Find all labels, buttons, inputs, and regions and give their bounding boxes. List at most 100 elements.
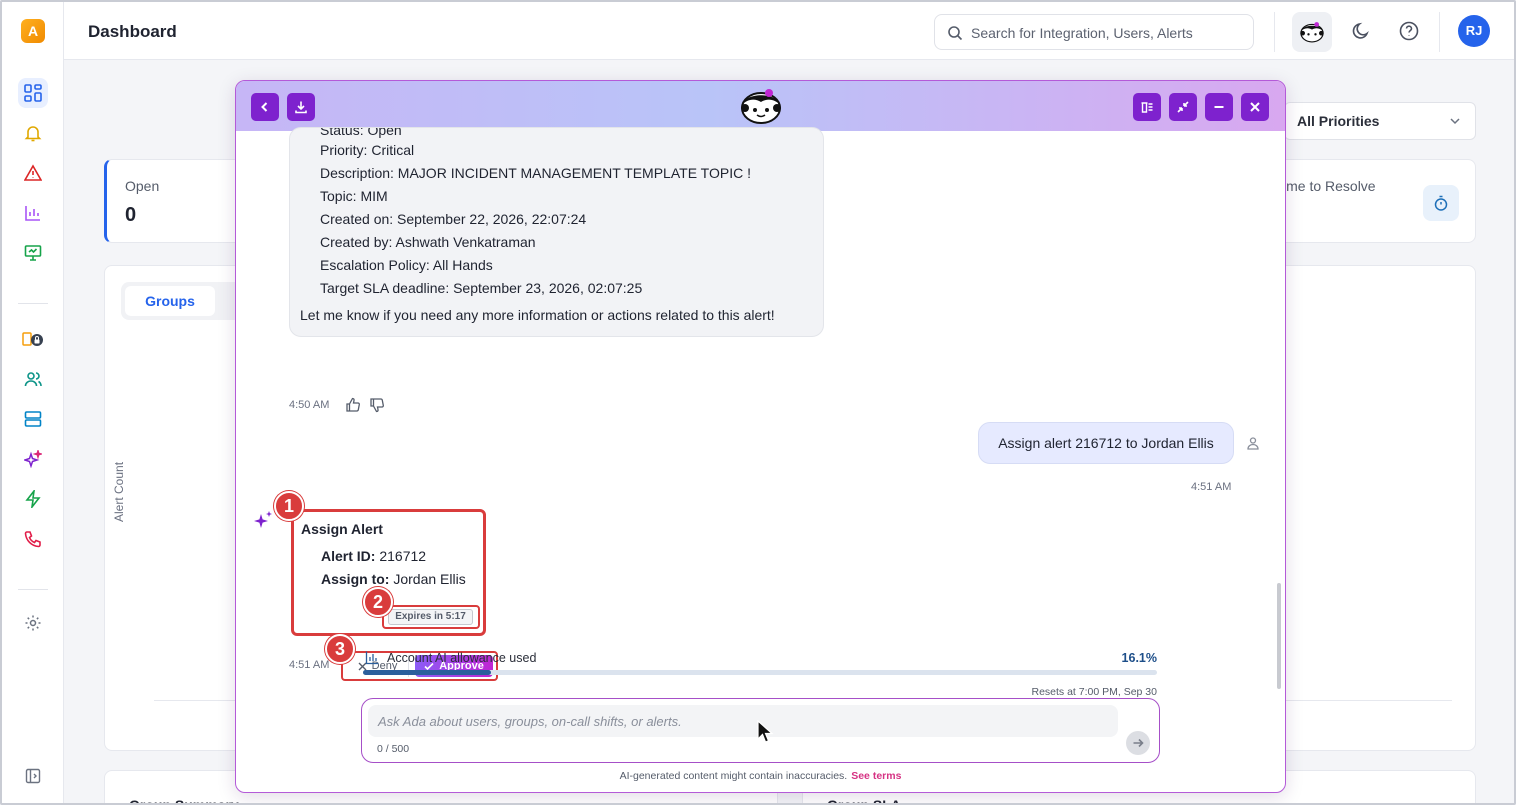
alert-triangle-icon[interactable]	[18, 158, 48, 188]
message-time: 4:51 AM	[1191, 481, 1232, 493]
y-axis-label: Alert Count	[112, 461, 126, 522]
annotation-badge-1: 1	[274, 491, 304, 521]
rail-divider	[18, 303, 48, 304]
allowance-percent: 16.1%	[1121, 651, 1157, 665]
alert-id-label: Alert ID:	[321, 548, 376, 564]
search-input[interactable]: Search for Integration, Users, Alerts	[971, 25, 1193, 41]
app-logo[interactable]: A	[21, 19, 45, 43]
chevron-down-icon	[1450, 118, 1460, 125]
assign-alert-card: Assign Alert Alert ID: 216712 Assign to:…	[291, 509, 486, 636]
open-count: 0	[125, 204, 137, 226]
see-terms-link[interactable]: See terms	[851, 770, 901, 782]
thumbs-up-icon[interactable]	[345, 397, 361, 413]
user-message-bubble: Assign alert 216712 to Jordan Ellis	[978, 422, 1234, 464]
assign-to-value: Jordan Ellis	[393, 571, 466, 587]
minimize-button[interactable]	[1205, 93, 1233, 121]
arrow-right-icon	[1133, 738, 1144, 748]
rail-divider	[18, 589, 48, 590]
disclaimer-text: AI-generated content might contain inacc…	[619, 770, 848, 782]
priority-filter-value: All Priorities	[1297, 113, 1380, 129]
open-label: Open	[125, 178, 160, 194]
allowance-progress-bar	[363, 670, 1157, 675]
chat-scrollbar[interactable]	[1277, 583, 1281, 689]
app-window: A Dashboard Search for Integration, User…	[0, 0, 1516, 805]
ada-assistant-button[interactable]	[1292, 12, 1332, 52]
lightning-icon[interactable]	[18, 484, 48, 514]
chat-input-placeholder: Ask Ada about users, groups, on-call shi…	[378, 714, 682, 729]
ada-logo-icon	[741, 89, 781, 124]
topbar-divider	[1439, 12, 1440, 52]
users-icon[interactable]	[18, 364, 48, 394]
settings-icon[interactable]	[18, 608, 48, 638]
allowance-reset-text: Resets at 7:00 PM, Sep 30	[1031, 686, 1158, 698]
user-icon	[1247, 437, 1259, 450]
global-search[interactable]: Search for Integration, Users, Alerts	[934, 14, 1254, 50]
assign-to-label: Assign to:	[321, 571, 390, 587]
message-line: Priority: Critical	[320, 142, 415, 158]
bot-message-bubble: Status: Open Priority: Critical Descript…	[289, 127, 824, 337]
annotation-badge-2: 2	[363, 587, 393, 617]
dark-mode-moon-icon[interactable]	[1350, 20, 1372, 42]
ada-logo-icon	[1300, 22, 1324, 43]
chevron-left-icon	[261, 102, 268, 112]
download-button[interactable]	[287, 93, 315, 121]
char-counter: 0 / 500	[377, 743, 410, 755]
message-closing: Let me know if you need any more informa…	[300, 307, 775, 323]
dashboard-icon[interactable]	[18, 78, 48, 108]
expires-badge: Expires in 5:17	[388, 609, 473, 625]
ada-chat-modal: Status: Open Priority: Critical Descript…	[235, 80, 1286, 793]
expires-highlight: Expires in 5:17	[382, 605, 480, 629]
minimize-view-button[interactable]	[1169, 93, 1197, 121]
thumbs-down-icon[interactable]	[369, 397, 385, 413]
priority-filter-select[interactable]: All Priorities	[1284, 102, 1476, 140]
message-line: Escalation Policy: All Hands	[320, 257, 493, 273]
status-line: Status: Open	[320, 127, 402, 138]
sparkles-icon[interactable]	[18, 444, 48, 474]
message-line: Topic: MIM	[320, 188, 388, 204]
tab-groups[interactable]: Groups	[125, 286, 215, 316]
group-sla-title: Group SLA	[827, 797, 901, 805]
page-title: Dashboard	[88, 22, 177, 41]
lock-integration-icon[interactable]	[18, 324, 48, 354]
collapse-sidebar-icon[interactable]	[18, 761, 48, 791]
ttr-label: ime to Resolve	[1283, 178, 1376, 194]
allowance-label: Account AI allowance used	[387, 651, 537, 665]
alert-id-value: 216712	[379, 548, 427, 564]
send-button[interactable]	[1126, 731, 1150, 755]
alert-id-row: Alert ID: 216712	[321, 548, 426, 564]
download-icon	[295, 101, 307, 114]
ai-disclaimer: AI-generated content might contain inacc…	[236, 770, 1285, 782]
back-button[interactable]	[251, 93, 279, 121]
message-line: Target SLA deadline: September 23, 2026,…	[320, 280, 643, 296]
chat-input[interactable]: Ask Ada about users, groups, on-call shi…	[368, 705, 1118, 737]
bar-chart-icon[interactable]	[18, 198, 48, 228]
bell-icon[interactable]	[18, 118, 48, 148]
close-button[interactable]	[1241, 93, 1269, 121]
assign-to-row: Assign to: Jordan Ellis	[321, 571, 466, 587]
clear-history-button[interactable]	[1133, 93, 1161, 121]
group-summary-title: Group Summary	[129, 797, 239, 805]
message-time: 4:50 AM	[289, 399, 330, 411]
topbar-divider	[1274, 12, 1275, 52]
message-line: Created on: September 22, 2026, 22:07:24	[320, 211, 587, 227]
phone-icon[interactable]	[18, 524, 48, 554]
sidebar: A	[2, 2, 64, 803]
server-icon[interactable]	[18, 404, 48, 434]
search-icon	[948, 26, 963, 41]
stopwatch-icon	[1423, 185, 1459, 221]
annotation-badge-3: 3	[325, 634, 355, 664]
close-icon	[1250, 102, 1260, 112]
allowance-progress-fill	[363, 670, 491, 675]
minus-icon	[1214, 106, 1224, 108]
message-line: Description: MAJOR INCIDENT MANAGEMENT T…	[320, 165, 751, 181]
help-icon[interactable]	[1398, 20, 1420, 42]
message-line: Created by: Ashwath Venkatraman	[320, 234, 536, 250]
trash-list-icon	[1141, 102, 1153, 113]
user-avatar[interactable]: RJ	[1458, 15, 1490, 47]
mouse-cursor-icon	[757, 720, 774, 743]
shrink-icon	[1177, 101, 1189, 113]
message-time: 4:51 AM	[289, 659, 330, 671]
bar-chart-icon	[365, 651, 379, 665]
monitor-icon[interactable]	[18, 238, 48, 268]
assign-alert-title: Assign Alert	[301, 521, 383, 537]
